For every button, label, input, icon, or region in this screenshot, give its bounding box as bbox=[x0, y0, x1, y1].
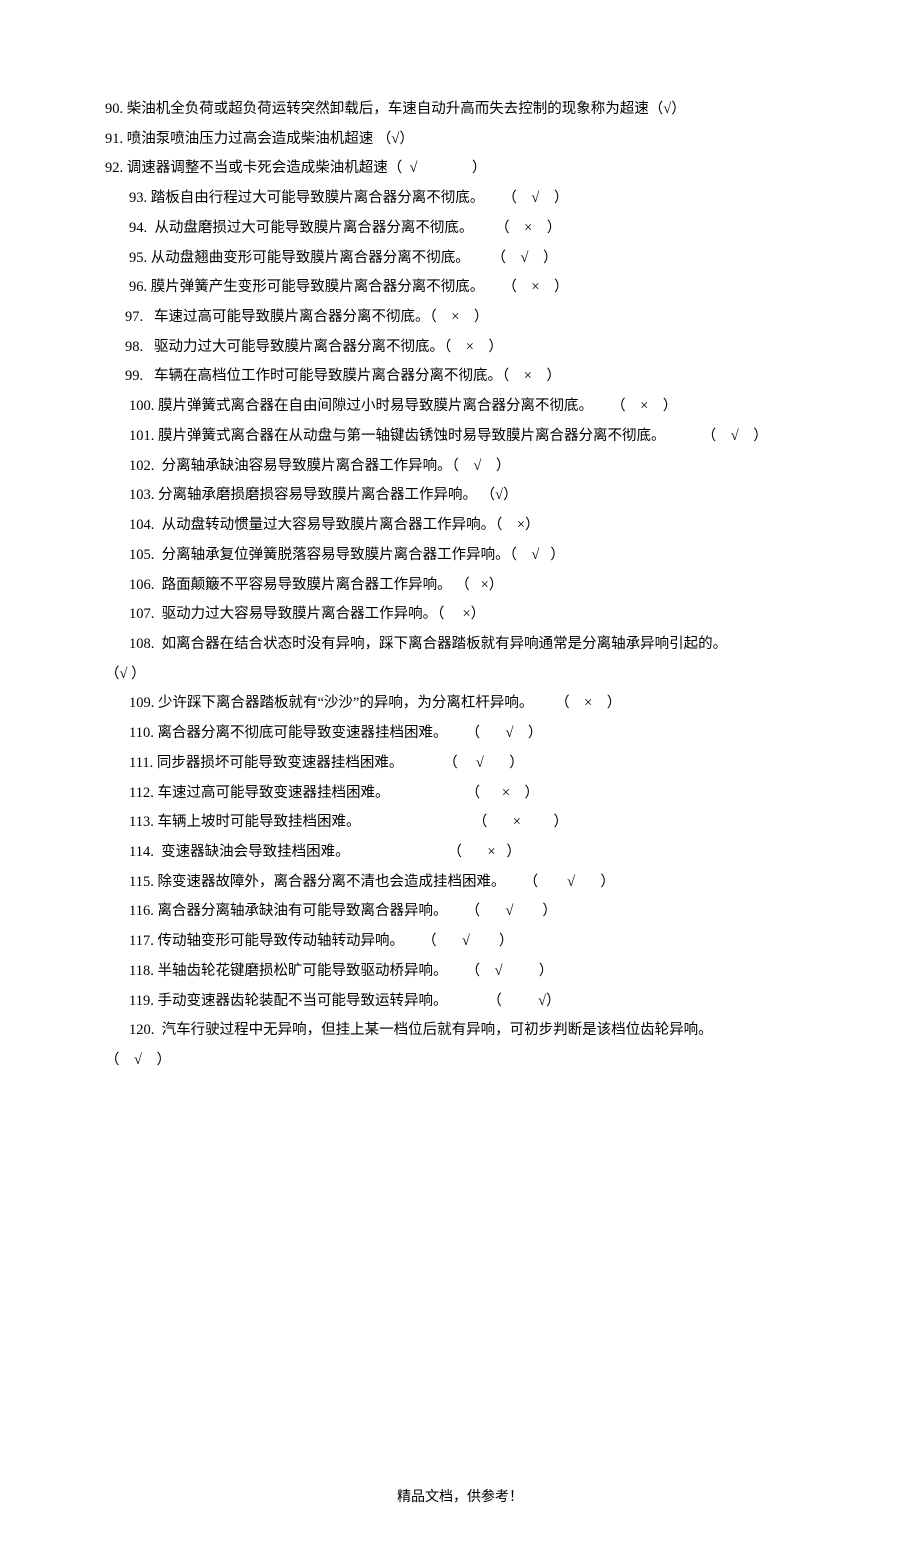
text-line: 104. 从动盘转动惯量过大容易导致膜片离合器工作异响。（ ×） bbox=[105, 511, 815, 541]
text-line: 120. 汽车行驶过程中无异响，但挂上某一档位后就有异响，可初步判断是该档位齿轮… bbox=[105, 1016, 815, 1046]
text-line: 90. 柴油机全负荷或超负荷运转突然卸载后，车速自动升高而失去控制的现象称为超速… bbox=[105, 95, 815, 125]
text-line: 106. 路面颠簸不平容易导致膜片离合器工作异响。 （ ×） bbox=[105, 571, 815, 601]
text-line: 116. 离合器分离轴承缺油有可能导致离合器异响。 （ √ ） bbox=[105, 897, 815, 927]
text-line: 93. 踏板自由行程过大可能导致膜片离合器分离不彻底。 （ √ ） bbox=[105, 184, 815, 214]
text-line: 111. 同步器损坏可能导致变速器挂档困难。 （ √ ） bbox=[105, 749, 815, 779]
text-line: 94. 从动盘磨损过大可能导致膜片离合器分离不彻底。 （ × ） bbox=[105, 214, 815, 244]
text-line: 105. 分离轴承复位弹簧脱落容易导致膜片离合器工作异响。（ √ ） bbox=[105, 541, 815, 571]
page-footer: 精品文档，供参考！ bbox=[105, 1486, 815, 1506]
text-line: 95. 从动盘翘曲变形可能导致膜片离合器分离不彻底。 （ √ ） bbox=[105, 244, 815, 274]
text-line: 92. 调速器调整不当或卡死会造成柴油机超速（ √ ） bbox=[105, 154, 815, 184]
text-line: 117. 传动轴变形可能导致传动轴转动异响。 （ √ ） bbox=[105, 927, 815, 957]
text-line: 103. 分离轴承磨损磨损容易导致膜片离合器工作异响。 （√） bbox=[105, 481, 815, 511]
text-line: 102. 分离轴承缺油容易导致膜片离合器工作异响。（ √ ） bbox=[105, 452, 815, 482]
text-line: 96. 膜片弹簧产生变形可能导致膜片离合器分离不彻底。 （ × ） bbox=[105, 273, 815, 303]
text-line: 98. 驱动力过大可能导致膜片离合器分离不彻底。（ × ） bbox=[105, 333, 815, 363]
text-line: 101. 膜片弹簧式离合器在从动盘与第一轴键齿锈蚀时易导致膜片离合器分离不彻底。… bbox=[105, 422, 815, 452]
text-line: 91. 喷油泵喷油压力过高会造成柴油机超速 （√） bbox=[105, 125, 815, 155]
text-line: 99. 车辆在高档位工作时可能导致膜片离合器分离不彻底。（ × ） bbox=[105, 362, 815, 392]
text-line: 109. 少许踩下离合器踏板就有“沙沙”的异响，为分离杠杆异响。 （ × ） bbox=[105, 689, 815, 719]
text-line: 119. 手动变速器齿轮装配不当可能导致运转异响。 （ √） bbox=[105, 987, 815, 1017]
text-line: 114. 变速器缺油会导致挂档困难。 （ × ） bbox=[105, 838, 815, 868]
text-line: 100. 膜片弹簧式离合器在自由间隙过小时易导致膜片离合器分离不彻底。 （ × … bbox=[105, 392, 815, 422]
text-line: 97. 车速过高可能导致膜片离合器分离不彻底。（ × ） bbox=[105, 303, 815, 333]
document-content: 90. 柴油机全负荷或超负荷运转突然卸载后，车速自动升高而失去控制的现象称为超速… bbox=[105, 95, 815, 1076]
document-page: 90. 柴油机全负荷或超负荷运转突然卸载后，车速自动升高而失去控制的现象称为超速… bbox=[0, 0, 920, 1546]
text-line: （ √ ） bbox=[105, 1046, 815, 1076]
text-line: 113. 车辆上坡时可能导致挂档困难。 （ × ） bbox=[105, 808, 815, 838]
text-line: 118. 半轴齿轮花键磨损松旷可能导致驱动桥异响。 （ √ ） bbox=[105, 957, 815, 987]
text-line: 112. 车速过高可能导致变速器挂档困难。 （ × ） bbox=[105, 779, 815, 809]
text-line: 108. 如离合器在结合状态时没有异响，踩下离合器踏板就有异响通常是分离轴承异响… bbox=[105, 630, 815, 660]
text-line: 107. 驱动力过大容易导致膜片离合器工作异响。（ ×） bbox=[105, 600, 815, 630]
text-line: 115. 除变速器故障外，离合器分离不清也会造成挂档困难。 （ √ ） bbox=[105, 868, 815, 898]
text-line: （√ ） bbox=[105, 660, 815, 690]
text-line: 110. 离合器分离不彻底可能导致变速器挂档困难。 （ √ ） bbox=[105, 719, 815, 749]
